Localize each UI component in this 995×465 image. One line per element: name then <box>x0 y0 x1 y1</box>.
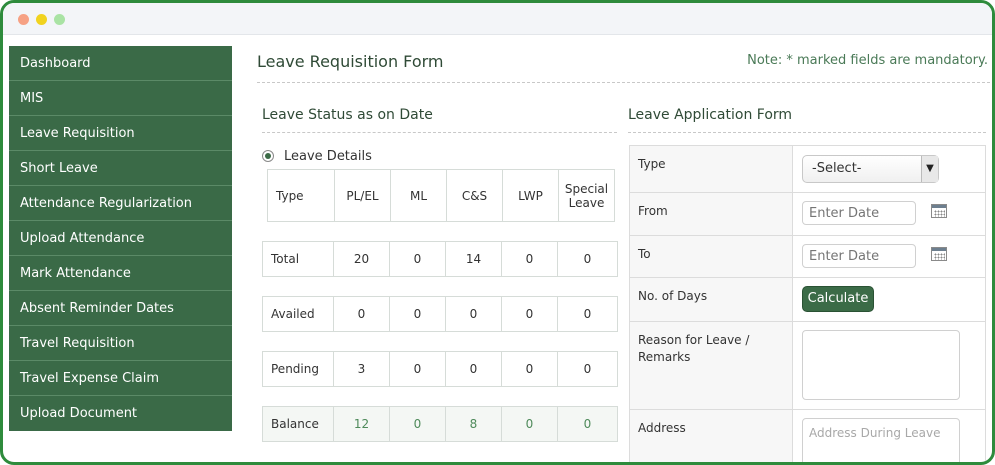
leave-row-availed: Availed 0 0 0 0 0 <box>262 296 618 332</box>
application-form: Type -Select- ▼ From To No. of Days <box>629 145 986 462</box>
sidebar-item-dashboard[interactable]: Dashboard <box>9 46 232 81</box>
chevron-down-icon[interactable]: ▼ <box>921 156 938 182</box>
radio-selected-icon[interactable] <box>262 150 274 162</box>
leave-row-balance: Balance 12 0 8 0 0 <box>262 406 618 442</box>
sidebar-item-travel-requisition[interactable]: Travel Requisition <box>9 326 232 361</box>
cell-pl-el: 3 <box>333 351 390 387</box>
leave-row-pending: Pending 3 0 0 0 0 <box>262 351 618 387</box>
cell-pl-el: 12 <box>333 406 390 442</box>
cell-pl-el: 20 <box>333 241 390 277</box>
reason-label: Reason for Leave / Remarks <box>630 322 793 409</box>
address-label: Address <box>630 410 793 462</box>
cell-pl-el: 0 <box>333 296 390 332</box>
cell-ml: 0 <box>389 406 446 442</box>
cell-special: 0 <box>557 406 618 442</box>
cell-ml: 0 <box>389 351 446 387</box>
minimize-dot-icon[interactable] <box>36 14 47 25</box>
cell-special: 0 <box>557 351 618 387</box>
sidebar-item-mark-attendance[interactable]: Mark Attendance <box>9 256 232 291</box>
from-label: From <box>630 193 793 235</box>
form-row-days: No. of Days Calculate <box>630 278 985 322</box>
cell-cs: 8 <box>445 406 502 442</box>
cell-cs: 14 <box>445 241 502 277</box>
days-label: No. of Days <box>630 278 793 321</box>
header-special-leave: Special Leave <box>558 169 615 222</box>
form-row-reason: Reason for Leave / Remarks <box>630 322 985 410</box>
maximize-dot-icon[interactable] <box>54 14 65 25</box>
calculate-button[interactable]: Calculate <box>802 286 874 312</box>
sidebar-item-absent-reminder-dates[interactable]: Absent Reminder Dates <box>9 291 232 326</box>
header-type: Type <box>267 169 335 222</box>
row-label: Total <box>262 241 334 277</box>
cell-lwp: 0 <box>501 296 558 332</box>
leave-table-header: Type PL/EL ML C&S LWP Special Leave <box>267 169 615 222</box>
address-textarea[interactable]: Address During Leave <box>802 418 960 462</box>
header-divider <box>257 82 990 83</box>
cell-ml: 0 <box>389 296 446 332</box>
header-cs: C&S <box>446 169 503 222</box>
window-titlebar <box>3 3 992 35</box>
leave-row-total: Total 20 0 14 0 0 <box>262 241 618 277</box>
header-lwp: LWP <box>502 169 559 222</box>
cell-lwp: 0 <box>501 406 558 442</box>
cell-special: 0 <box>557 241 618 277</box>
type-label: Type <box>630 146 793 192</box>
sidebar-item-attendance-regularization[interactable]: Attendance Regularization <box>9 186 232 221</box>
sidebar-item-short-leave[interactable]: Short Leave <box>9 151 232 186</box>
header-ml: ML <box>390 169 447 222</box>
reason-textarea[interactable] <box>802 330 960 400</box>
close-dot-icon[interactable] <box>18 14 29 25</box>
to-date-input[interactable] <box>802 244 916 268</box>
cell-ml: 0 <box>389 241 446 277</box>
row-label: Availed <box>262 296 334 332</box>
cell-special: 0 <box>557 296 618 332</box>
calendar-icon[interactable] <box>931 247 947 261</box>
leave-status-divider <box>262 132 617 133</box>
sidebar-item-mis[interactable]: MIS <box>9 81 232 116</box>
leave-status-title: Leave Status as on Date <box>262 107 433 123</box>
from-date-input[interactable] <box>802 201 916 225</box>
row-label: Pending <box>262 351 334 387</box>
sidebar-item-upload-document[interactable]: Upload Document <box>9 396 232 431</box>
sidebar-item-leave-requisition[interactable]: Leave Requisition <box>9 116 232 151</box>
form-row-address: Address Address During Leave <box>630 410 985 462</box>
header-pl-el: PL/EL <box>334 169 391 222</box>
to-label: To <box>630 236 793 277</box>
sidebar-item-upload-attendance[interactable]: Upload Attendance <box>9 221 232 256</box>
calendar-icon[interactable] <box>931 204 947 218</box>
mandatory-note: Note: * marked fields are mandatory. <box>747 53 988 68</box>
application-form-title: Leave Application Form <box>628 107 793 123</box>
sidebar-item-travel-expense-claim[interactable]: Travel Expense Claim <box>9 361 232 396</box>
leave-type-select[interactable]: -Select- ▼ <box>802 155 939 183</box>
cell-lwp: 0 <box>501 351 558 387</box>
form-row-type: Type -Select- ▼ <box>630 146 985 193</box>
page-title: Leave Requisition Form <box>257 52 444 71</box>
cell-cs: 0 <box>445 296 502 332</box>
application-form-divider <box>628 132 986 133</box>
sidebar-nav: Dashboard MIS Leave Requisition Short Le… <box>9 46 232 431</box>
cell-lwp: 0 <box>501 241 558 277</box>
app-window: Dashboard MIS Leave Requisition Short Le… <box>0 0 995 465</box>
leave-details-label: Leave Details <box>284 149 372 164</box>
cell-cs: 0 <box>445 351 502 387</box>
form-row-to: To <box>630 236 985 278</box>
form-row-from: From <box>630 193 985 236</box>
leave-type-selected-value: -Select- <box>812 161 862 176</box>
row-label: Balance <box>262 406 334 442</box>
